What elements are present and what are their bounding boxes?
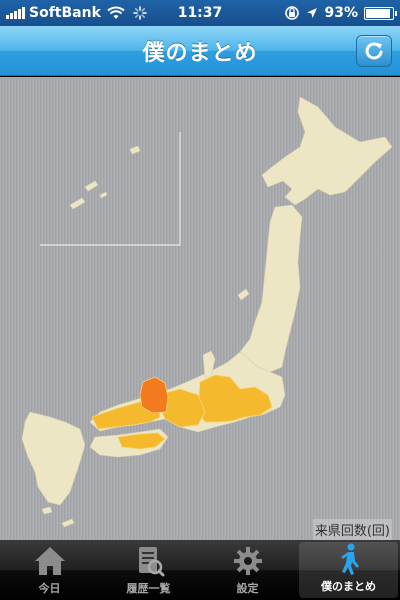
legend-label: 来県回数(回)	[312, 519, 392, 540]
signal-strength-icon	[6, 7, 25, 19]
gear-icon	[233, 547, 262, 575]
battery-fill	[366, 8, 391, 18]
japan-map	[21, 96, 393, 528]
hokkaido	[261, 96, 393, 206]
southern-islands	[41, 506, 75, 528]
carrier-name: SoftBank	[29, 5, 101, 21]
history-list-icon	[138, 547, 164, 577]
tab-label-my-summary: 僕のまとめ	[321, 580, 376, 593]
sado-island	[237, 288, 250, 301]
home-icon	[34, 547, 65, 575]
kyushu	[21, 411, 86, 506]
page-title: 僕のまとめ	[142, 40, 258, 66]
battery-icon	[364, 6, 397, 20]
navigation-bar: 僕のまとめ	[0, 26, 400, 76]
japan-visit-map[interactable]: 来県回数(回)	[0, 77, 400, 540]
tab-label-history: 履歴一覧	[126, 582, 171, 595]
status-bar: SoftBank 11:37 93%	[0, 0, 400, 26]
tab-settings[interactable]: 設定	[198, 540, 297, 600]
battery-percent: 93%	[324, 5, 358, 21]
tab-my-summary[interactable]: 僕のまとめ	[299, 542, 398, 598]
okinawa-inset-border	[40, 132, 181, 246]
wifi-icon	[107, 6, 125, 19]
tab-label-today: 今日	[38, 582, 61, 595]
tab-today[interactable]: 今日	[0, 540, 99, 600]
refresh-button[interactable]	[356, 35, 392, 67]
tab-label-settings: 設定	[236, 582, 259, 595]
okinawa-islands	[69, 145, 141, 210]
tab-history-list[interactable]: 履歴一覧	[99, 540, 198, 600]
refresh-icon	[365, 42, 383, 60]
tab-bar: 今日 履歴一覧 設定 僕のまとめ	[0, 540, 400, 600]
prefecture-hyogo-most-visited	[139, 376, 169, 414]
location-arrow-icon	[307, 8, 318, 18]
orientation-lock-icon	[285, 6, 300, 20]
walking-person-icon	[340, 543, 359, 575]
activity-spinner-icon	[133, 6, 147, 20]
honshu-north	[239, 204, 303, 373]
